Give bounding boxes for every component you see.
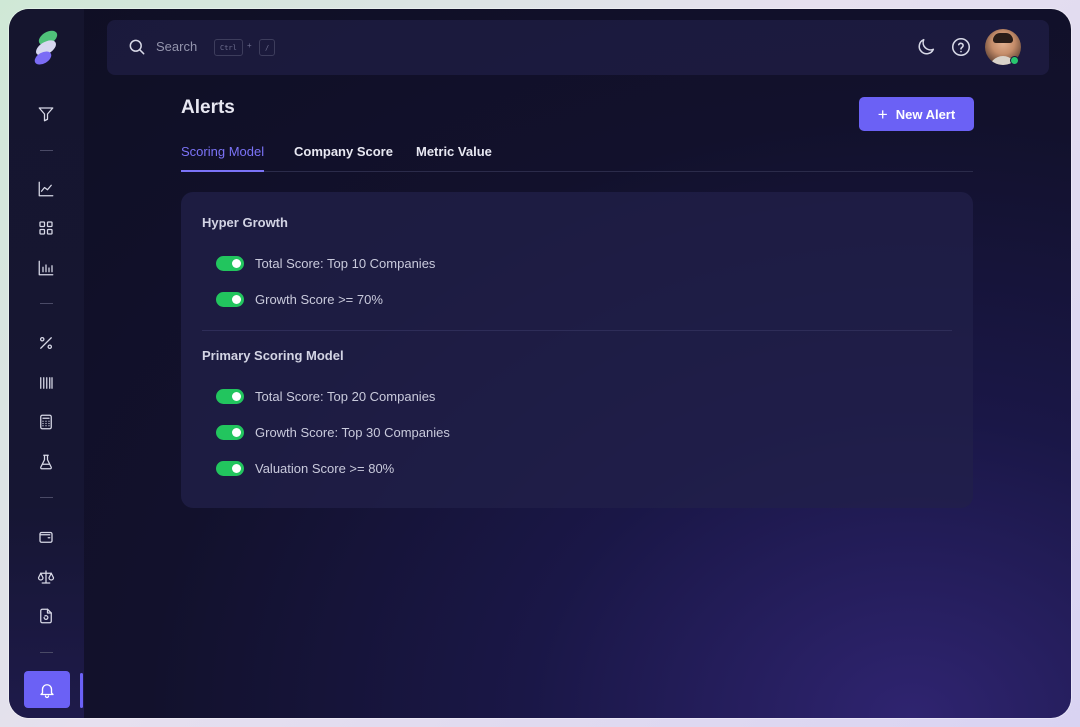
tab-bar: Scoring Model Company Score Metric Value <box>181 143 973 172</box>
group-divider <box>202 330 952 331</box>
wallet-icon[interactable] <box>36 527 56 547</box>
active-indicator <box>80 673 83 708</box>
sidebar-divider <box>40 303 53 304</box>
grid-icon[interactable] <box>36 218 56 238</box>
group-title: Primary Scoring Model <box>202 348 344 363</box>
alert-label: Total Score: Top 20 Companies <box>255 388 436 404</box>
group-title: Hyper Growth <box>202 215 288 230</box>
shortcut-key-ctrl: Ctrl <box>214 39 243 56</box>
search-icon[interactable] <box>127 37 147 57</box>
alert-label: Growth Score >= 70% <box>255 291 383 307</box>
tab-metric-value[interactable]: Metric Value <box>416 144 492 172</box>
alert-item: Growth Score: Top 30 Companies <box>216 423 450 441</box>
shortcut-plus: + <box>247 41 252 50</box>
alert-toggle[interactable] <box>216 460 244 476</box>
alert-toggle[interactable] <box>216 255 244 271</box>
alert-item: Total Score: Top 20 Companies <box>216 387 435 405</box>
new-alert-label: New Alert <box>895 106 956 122</box>
tab-scoring-model[interactable]: Scoring Model <box>181 144 265 172</box>
line-chart-icon[interactable] <box>36 179 56 199</box>
online-status-dot <box>1010 56 1019 65</box>
alert-item: Total Score: Top 10 Companies <box>216 254 435 272</box>
sidebar-divider <box>40 150 53 151</box>
moon-icon[interactable] <box>915 36 937 58</box>
alert-label: Growth Score: Top 30 Companies <box>255 424 450 440</box>
alert-toggle[interactable] <box>216 424 244 440</box>
alert-toggle[interactable] <box>216 388 244 404</box>
alert-label: Valuation Score >= 80% <box>255 460 395 476</box>
scale-icon[interactable] <box>36 567 56 587</box>
app-logo[interactable] <box>30 29 62 67</box>
shortcut-key-slash: / <box>259 39 276 56</box>
flask-icon[interactable] <box>36 452 56 472</box>
bar-chart-icon[interactable] <box>36 258 56 278</box>
document-refresh-icon[interactable] <box>36 606 56 626</box>
top-bar: Search Ctrl + / <box>107 20 1049 75</box>
alert-toggle[interactable] <box>216 291 244 307</box>
alerts-card: Hyper Growth Total Score: Top 10 Compani… <box>181 192 973 508</box>
sidebar-divider <box>40 497 53 498</box>
alert-item: Valuation Score >= 80% <box>216 459 394 477</box>
page-title: Alerts <box>181 97 235 118</box>
bell-icon[interactable] <box>24 671 70 708</box>
plus-icon: + <box>877 104 888 124</box>
alert-label: Total Score: Top 10 Companies <box>255 255 436 271</box>
filter-icon[interactable] <box>36 104 56 124</box>
sidebar <box>9 9 84 718</box>
sidebar-divider <box>40 652 53 653</box>
calculator-icon[interactable] <box>36 412 56 432</box>
alert-item: Growth Score >= 70% <box>216 290 383 308</box>
barcode-icon[interactable] <box>36 373 56 393</box>
new-alert-button[interactable]: + New Alert <box>859 97 974 131</box>
app-window: Search Ctrl + / Alerts + New Alert Scori… <box>9 9 1071 718</box>
search-input[interactable]: Search <box>156 39 197 54</box>
help-icon[interactable] <box>950 36 972 58</box>
tab-company-score[interactable]: Company Score <box>294 144 393 172</box>
percent-icon[interactable] <box>36 333 56 353</box>
